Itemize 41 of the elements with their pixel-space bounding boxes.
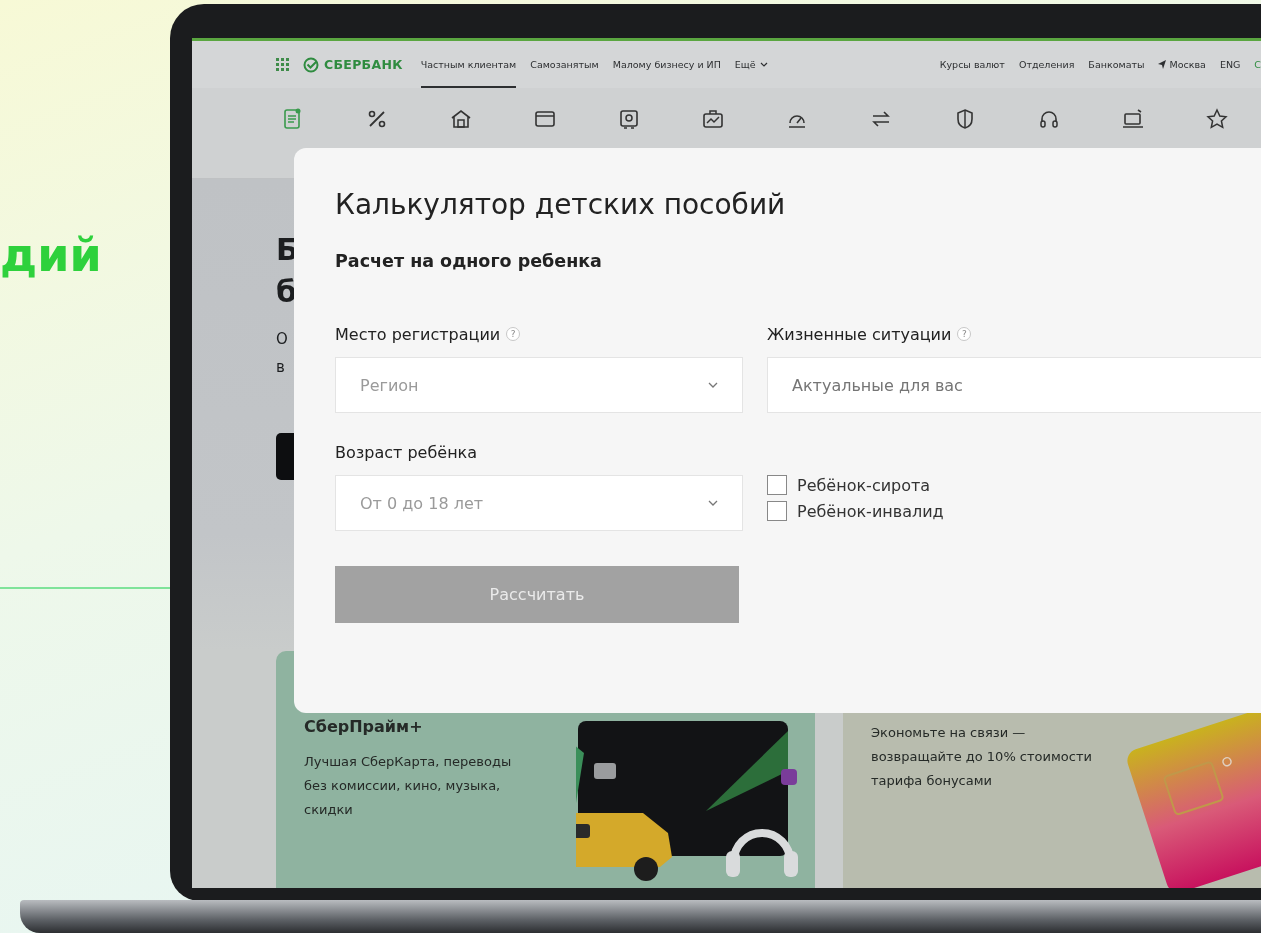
percent-icon[interactable]: [366, 108, 388, 130]
field-label: Место регистрации: [335, 324, 501, 344]
field-label: Жизненные ситуации: [767, 324, 952, 344]
nav-tab[interactable]: Малому бизнесу и ИП: [612, 41, 721, 88]
checkbox[interactable]: [767, 501, 787, 521]
hero-text: О: [276, 329, 288, 350]
headset-icon[interactable]: [1038, 108, 1060, 130]
promo-text: дий: [0, 228, 102, 282]
card-text: Лучшая СберКарта, переводы без комиссии, кино, музыка, скидки: [304, 753, 513, 819]
card-text: Экономьте на связи — возвращайте до 10% стоимости тарифа бонусами: [871, 724, 1093, 790]
input-field[interactable]: Актуальные для вас: [767, 357, 1261, 413]
nav-tab[interactable]: Самозанятым: [530, 41, 599, 88]
hero-text: в: [276, 357, 285, 378]
shield-icon[interactable]: [954, 108, 976, 130]
apps-grid-icon[interactable]: [276, 58, 289, 71]
checkbox[interactable]: [767, 475, 787, 495]
header-link[interactable]: Отделения: [1018, 59, 1075, 70]
header-link[interactable]: Банкоматы: [1088, 59, 1145, 70]
checkbox-label[interactable]: Ребёнок-сирота: [797, 475, 931, 495]
dialog-subtitle: Расчет на одного ребенка: [335, 251, 603, 271]
help-icon[interactable]: ?: [957, 327, 972, 341]
card-title: СберПрайм+: [304, 717, 424, 736]
safe-icon[interactable]: [618, 108, 640, 130]
header-link[interactable]: ENG: [1219, 59, 1241, 70]
field-label: Возраст ребёнка: [335, 442, 478, 462]
chevron-down-icon: [708, 500, 718, 506]
header-link[interactable]: Москва: [1158, 59, 1206, 70]
laptop-icon[interactable]: [1122, 108, 1144, 130]
dialog-title: Калькулятор детских пособий: [335, 188, 787, 221]
briefcase-icon[interactable]: [702, 108, 724, 130]
location-arrow-icon: [1158, 60, 1167, 69]
nav-tab[interactable]: Ещё: [734, 41, 768, 88]
checkbox-label[interactable]: Ребёнок-инвалид: [797, 501, 944, 521]
chevron-down-icon: [708, 382, 718, 388]
house-icon[interactable]: [450, 108, 472, 130]
card-icon[interactable]: [534, 108, 556, 130]
hero-heading: б: [276, 273, 297, 311]
star-icon[interactable]: [1206, 108, 1228, 130]
header-link[interactable]: Курсы валют: [939, 59, 1005, 70]
logo-icon: [303, 56, 319, 73]
help-icon[interactable]: ?: [506, 327, 521, 341]
